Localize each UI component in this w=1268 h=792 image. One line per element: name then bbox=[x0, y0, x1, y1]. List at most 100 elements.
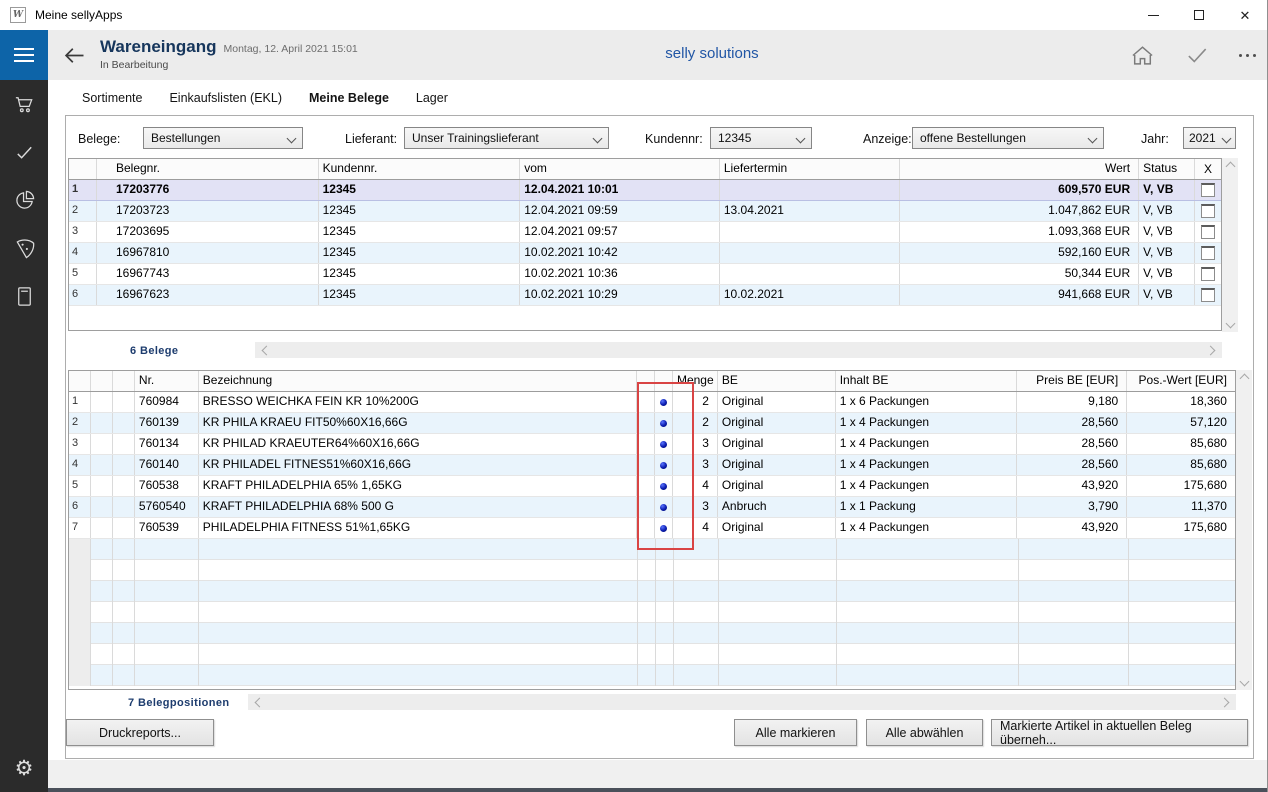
position-row[interactable]: 6 5760540 KRAFT PHILADELPHIA 68% 500 G 3… bbox=[69, 497, 1235, 518]
col-preis-be[interactable]: Preis BE [EUR] bbox=[1017, 371, 1127, 391]
documents-vertical-scrollbar[interactable] bbox=[1222, 158, 1238, 332]
hamburger-menu-button[interactable] bbox=[0, 30, 48, 80]
tab-meine-belege[interactable]: Meine Belege bbox=[309, 91, 389, 105]
empty-area bbox=[69, 306, 1221, 330]
jahr-dropdown[interactable]: 2021 bbox=[1183, 127, 1236, 149]
document-row[interactable]: 5 16967743 12345 10.02.2021 10:36 50,344… bbox=[69, 264, 1221, 285]
empty-cell bbox=[637, 497, 655, 517]
document-row[interactable]: 2 17203723 12345 12.04.2021 09:59 13.04.… bbox=[69, 201, 1221, 222]
alle-abwaehlen-button[interactable]: Alle abwählen bbox=[866, 719, 983, 746]
empty-cell bbox=[113, 455, 135, 475]
row-number: 2 bbox=[69, 413, 91, 433]
home-icon[interactable] bbox=[1130, 43, 1155, 68]
scroll-down-icon[interactable] bbox=[1239, 677, 1249, 687]
position-row[interactable]: 5 760538 KRAFT PHILADELPHIA 65% 1,65KG 4… bbox=[69, 476, 1235, 497]
col-liefertermin[interactable]: Liefertermin bbox=[720, 159, 900, 179]
close-button[interactable]: ✕ bbox=[1222, 0, 1268, 30]
cell-vom: 12.04.2021 09:57 bbox=[520, 222, 720, 242]
scroll-right-icon[interactable] bbox=[1206, 345, 1216, 355]
scroll-up-icon[interactable] bbox=[1225, 162, 1235, 172]
row-checkbox[interactable] bbox=[1201, 204, 1215, 218]
alle-markieren-button[interactable]: Alle markieren bbox=[734, 719, 857, 746]
cell-nr: 760139 bbox=[135, 413, 199, 433]
row-checkbox[interactable] bbox=[1201, 267, 1215, 281]
cell-marker bbox=[655, 476, 673, 496]
col-kundennr[interactable]: Kundennr. bbox=[319, 159, 521, 179]
row-number: 1 bbox=[69, 180, 97, 200]
cell-preis-be: 43,920 bbox=[1017, 518, 1127, 538]
back-button[interactable] bbox=[61, 42, 88, 69]
chevron-down-icon bbox=[796, 134, 806, 144]
cell-status: V, VB bbox=[1139, 180, 1195, 200]
scroll-left-icon[interactable] bbox=[262, 345, 272, 355]
lieferant-dropdown[interactable]: Unser Trainingslieferant bbox=[404, 127, 609, 149]
cell-bezeichnung: PHILADELPHIA FITNESS 51%1,65KG bbox=[199, 518, 637, 538]
sidebar-item-cart[interactable] bbox=[0, 80, 48, 128]
documents-horizontal-scrollbar[interactable] bbox=[255, 342, 1222, 358]
positions-vertical-scrollbar[interactable] bbox=[1236, 370, 1252, 690]
scroll-right-icon[interactable] bbox=[1220, 697, 1230, 707]
anzeige-dropdown[interactable]: offene Bestellungen bbox=[912, 127, 1104, 149]
col-menge[interactable]: Menge bbox=[673, 371, 718, 391]
row-checkbox[interactable] bbox=[1201, 183, 1215, 197]
status-dot-icon bbox=[660, 420, 667, 427]
col-pos-wert[interactable]: Pos.-Wert [EUR] bbox=[1127, 371, 1235, 391]
row-number: 5 bbox=[69, 476, 91, 496]
row-checkbox[interactable] bbox=[1201, 225, 1215, 239]
cell-belegnr: 16967810 bbox=[97, 243, 319, 263]
sidebar-item-pizza[interactable] bbox=[0, 224, 48, 272]
col-nr[interactable]: Nr. bbox=[135, 371, 199, 391]
cell-pos-wert: 85,680 bbox=[1127, 455, 1235, 475]
empty-cell bbox=[91, 392, 113, 412]
window-controls: ✕ bbox=[1130, 0, 1268, 30]
position-row[interactable]: 3 760134 KR PHILAD KRAEUTER64%60X16,66G … bbox=[69, 434, 1235, 455]
uebernehmen-button[interactable]: Markierte Artikel in aktuellen Beleg übe… bbox=[991, 719, 1248, 746]
row-checkbox[interactable] bbox=[1201, 288, 1215, 302]
position-row[interactable]: 2 760139 KR PHILA KRAEU FIT50%60X16,66G … bbox=[69, 413, 1235, 434]
col-be[interactable]: BE bbox=[718, 371, 836, 391]
col-wert[interactable]: Wert bbox=[900, 159, 1140, 179]
cell-kundennr: 12345 bbox=[319, 222, 521, 242]
kundennr-dropdown[interactable]: 12345 bbox=[710, 127, 812, 149]
positions-horizontal-scrollbar[interactable] bbox=[248, 694, 1236, 710]
position-row[interactable]: 7 760539 PHILADELPHIA FITNESS 51%1,65KG … bbox=[69, 518, 1235, 539]
sidebar-item-tasks[interactable] bbox=[0, 128, 48, 176]
row-checkbox[interactable] bbox=[1201, 246, 1215, 260]
maximize-button[interactable] bbox=[1176, 0, 1222, 30]
col-x[interactable]: X bbox=[1195, 159, 1221, 179]
col-inhalt-be[interactable]: Inhalt BE bbox=[836, 371, 1018, 391]
cell-inhalt-be: 1 x 4 Packungen bbox=[836, 518, 1018, 538]
tab-sortimente[interactable]: Sortimente bbox=[82, 91, 142, 105]
confirm-check-icon[interactable] bbox=[1184, 42, 1210, 68]
tab-einkaufslisten[interactable]: Einkaufslisten (EKL) bbox=[169, 91, 282, 105]
more-options-icon[interactable] bbox=[1239, 42, 1256, 68]
position-row[interactable]: 4 760140 KR PHILADEL FITNES51%60X16,66G … bbox=[69, 455, 1235, 476]
position-row[interactable]: 1 760984 BRESSO WEICHKA FEIN KR 10%200G … bbox=[69, 392, 1235, 413]
document-row[interactable]: 3 17203695 12345 12.04.2021 09:57 1.093,… bbox=[69, 222, 1221, 243]
cell-bezeichnung: KRAFT PHILADELPHIA 65% 1,65KG bbox=[199, 476, 637, 496]
app-logo-icon: W bbox=[10, 7, 26, 23]
row-number: 3 bbox=[69, 222, 97, 242]
scroll-left-icon[interactable] bbox=[255, 697, 265, 707]
druckreports-button[interactable]: Druckreports... bbox=[66, 719, 214, 746]
cell-nr: 760984 bbox=[135, 392, 199, 412]
document-row[interactable]: 1 17203776 12345 12.04.2021 10:01 609,57… bbox=[69, 180, 1221, 201]
col-vom[interactable]: vom bbox=[520, 159, 720, 179]
cell-inhalt-be: 1 x 4 Packungen bbox=[836, 413, 1018, 433]
status-text: In Bearbeitung bbox=[100, 59, 358, 71]
document-row[interactable]: 6 16967623 12345 10.02.2021 10:29 10.02.… bbox=[69, 285, 1221, 306]
cell-preis-be: 9,180 bbox=[1017, 392, 1127, 412]
sidebar-item-settings[interactable]: ⚙ bbox=[0, 744, 48, 792]
col-belegnr[interactable]: Belegnr. bbox=[97, 159, 319, 179]
sidebar-item-statistics[interactable] bbox=[0, 176, 48, 224]
documents-table: Belegnr. Kundennr. vom Liefertermin Wert… bbox=[68, 158, 1222, 331]
col-status[interactable]: Status bbox=[1139, 159, 1195, 179]
belege-dropdown[interactable]: Bestellungen bbox=[143, 127, 303, 149]
scroll-down-icon[interactable] bbox=[1225, 319, 1235, 329]
minimize-button[interactable] bbox=[1130, 0, 1176, 30]
document-row[interactable]: 4 16967810 12345 10.02.2021 10:42 592,16… bbox=[69, 243, 1221, 264]
sidebar-item-catalog[interactable] bbox=[0, 272, 48, 320]
col-bezeichnung[interactable]: Bezeichnung bbox=[199, 371, 637, 391]
scroll-up-icon[interactable] bbox=[1239, 374, 1249, 384]
tab-lager[interactable]: Lager bbox=[416, 91, 448, 105]
